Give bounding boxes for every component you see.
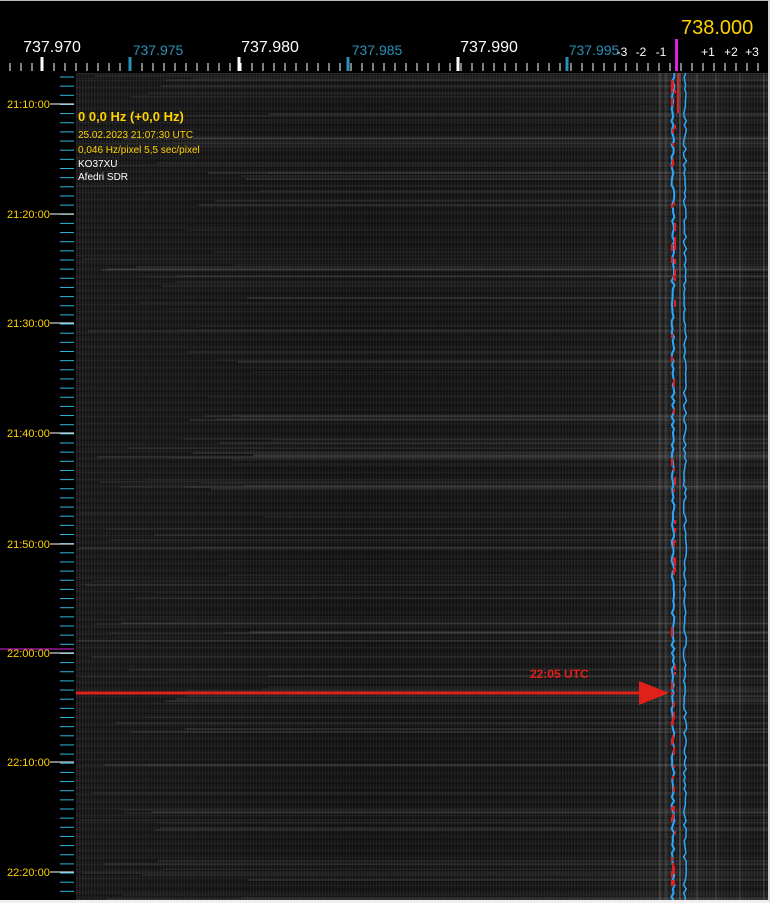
time-label-2110: 21:10:00 [7,99,50,111]
freq-label-737975: 737.975 [132,42,184,58]
offset-label-plus1: +1 [701,45,715,59]
time-scale: 21:10:00 21:20:00 21:30:00 21:40:00 21:5… [0,73,76,900]
waterfall-display[interactable] [76,73,768,900]
freq-label-737980: 737.980 [241,39,299,56]
frequency-ticks [9,57,759,71]
info-panel: 0 0,0 Hz (+0,0 Hz) 25.02.2023 21:07:30 U… [78,109,200,184]
annotation-label: 22:05 UTC [530,667,589,681]
freq-label-737970: 737.970 [23,39,81,56]
offset-label-plus3: +3 [745,45,759,59]
freq-label-737990: 737.990 [460,39,518,56]
center-frequency-label: 738.000 [681,17,754,39]
freq-label-737985: 737.985 [351,42,403,58]
freq-label-737995: 737.995 [568,42,620,58]
offset-label-minus2: -2 [635,45,647,59]
time-label-2210: 22:10:00 [7,757,50,769]
signal-trace-secondary [682,73,688,900]
spectrum-lab-window: 737.970 737.975 737.980 737.985 737.990 … [0,0,770,903]
time-label-2220: 22:20:00 [7,867,50,879]
info-receiver: Afedri SDR [78,172,129,183]
info-callsign: KO37XU [78,159,118,170]
offset-label-plus2: +2 [724,45,738,59]
info-resolution: 0,046 Hz/pixel 5,5 sec/pixel [78,145,200,156]
time-label-2150: 21:50:00 [7,539,50,551]
offset-label-minus3: -3 [616,45,628,59]
waterfall-overlay [76,73,768,900]
time-label-2200: 22:00:00 [7,648,50,660]
info-frequency-title: 0 0,0 Hz (+0,0 Hz) [78,109,184,124]
time-label-2120: 21:20:00 [7,209,50,221]
time-ticks [0,76,74,892]
info-datetime: 25.02.2023 21:07:30 UTC [78,130,194,141]
time-label-2130: 21:30:00 [7,318,50,330]
time-label-2140: 21:40:00 [7,428,50,440]
offset-label-minus1: -1 [655,45,667,59]
frequency-scale: 737.970 737.975 737.980 737.985 737.990 … [0,1,768,73]
center-frequency-marker[interactable] [675,39,678,71]
